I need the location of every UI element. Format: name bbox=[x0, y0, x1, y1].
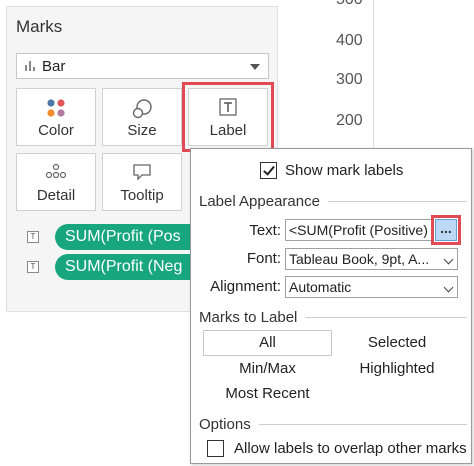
chevron-down-icon bbox=[250, 64, 260, 70]
bar-chart-icon bbox=[25, 61, 35, 71]
axis-tick: 200 bbox=[336, 112, 363, 129]
text-field[interactable]: <SUM(Profit (Positive) bbox=[285, 219, 432, 241]
field-pill[interactable]: SUM(Profit (Pos bbox=[55, 224, 210, 250]
tooltip-button-label: Tooltip bbox=[120, 187, 164, 204]
font-value: Tableau Book, 9pt, A... bbox=[289, 251, 430, 267]
detail-button[interactable]: Detail bbox=[16, 153, 96, 211]
divider bbox=[327, 201, 467, 202]
allow-overlap-label: Allow labels to overlap other marks bbox=[234, 440, 467, 457]
font-dropdown[interactable]: Tableau Book, 9pt, A... bbox=[285, 248, 458, 270]
option-highlighted[interactable]: Highlighted bbox=[331, 360, 463, 377]
label-settings-popup: Show mark labels Label Appearance Text: … bbox=[190, 148, 472, 464]
mark-type-value: Bar bbox=[42, 57, 66, 75]
mark-type-dropdown[interactable]: Bar bbox=[16, 53, 269, 79]
color-button-label: Color bbox=[38, 122, 74, 139]
label-appearance-header: Label Appearance bbox=[199, 193, 467, 210]
edit-text-ellipsis-button[interactable]: ... bbox=[431, 215, 461, 245]
color-button[interactable]: Color bbox=[16, 88, 96, 146]
show-mark-labels-row[interactable]: Show mark labels bbox=[260, 162, 403, 179]
alignment-value: Automatic bbox=[289, 279, 352, 295]
show-mark-labels-checkbox[interactable] bbox=[260, 162, 277, 179]
option-all[interactable]: All bbox=[203, 330, 332, 356]
marks-to-label-header: Marks to Label bbox=[199, 309, 467, 326]
font-label: Font: bbox=[246, 250, 281, 267]
axis-tick: 400 bbox=[336, 32, 363, 49]
options-header: Options bbox=[199, 416, 467, 433]
size-circles-icon bbox=[132, 99, 152, 119]
label-field-row[interactable]: T SUM(Profit (Neg bbox=[27, 253, 210, 281]
divider bbox=[258, 424, 467, 425]
text-shelf-icon: T bbox=[27, 231, 39, 243]
allow-overlap-checkbox[interactable] bbox=[207, 440, 224, 457]
section-title: Marks to Label bbox=[199, 309, 298, 326]
detail-button-label: Detail bbox=[36, 187, 76, 204]
marks-title: Marks bbox=[16, 17, 63, 36]
detail-dots-icon bbox=[45, 163, 67, 179]
option-most-recent[interactable]: Most Recent bbox=[203, 385, 332, 402]
tooltip-bubble-icon bbox=[133, 164, 151, 181]
text-label: Text: bbox=[249, 222, 281, 239]
tooltip-button[interactable]: Tooltip bbox=[102, 153, 182, 211]
show-mark-labels-label: Show mark labels bbox=[285, 162, 404, 179]
option-selected[interactable]: Selected bbox=[331, 334, 463, 351]
divider bbox=[305, 317, 467, 318]
label-button-label: Label bbox=[209, 122, 247, 139]
label-field-row[interactable]: T SUM(Profit (Pos bbox=[27, 223, 210, 251]
field-pill[interactable]: SUM(Profit (Neg bbox=[55, 254, 210, 280]
text-label-icon bbox=[219, 98, 237, 116]
chevron-down-icon bbox=[443, 254, 454, 265]
size-button[interactable]: Size bbox=[102, 88, 182, 146]
section-title: Options bbox=[199, 416, 251, 433]
option-min-max[interactable]: Min/Max bbox=[203, 360, 332, 377]
chevron-down-icon bbox=[443, 282, 454, 293]
section-title: Label Appearance bbox=[199, 193, 320, 210]
allow-overlap-row[interactable]: Allow labels to overlap other marks bbox=[207, 440, 467, 457]
axis-line bbox=[373, 0, 374, 150]
color-dots-icon bbox=[47, 99, 65, 117]
axis-tick: 500 bbox=[336, 0, 363, 9]
alignment-label: Alignment: bbox=[210, 278, 281, 295]
label-button[interactable]: Label bbox=[182, 82, 274, 152]
size-button-label: Size bbox=[127, 122, 157, 139]
text-shelf-icon: T bbox=[27, 261, 39, 273]
axis-tick: 300 bbox=[336, 71, 363, 88]
alignment-dropdown[interactable]: Automatic bbox=[285, 276, 458, 298]
